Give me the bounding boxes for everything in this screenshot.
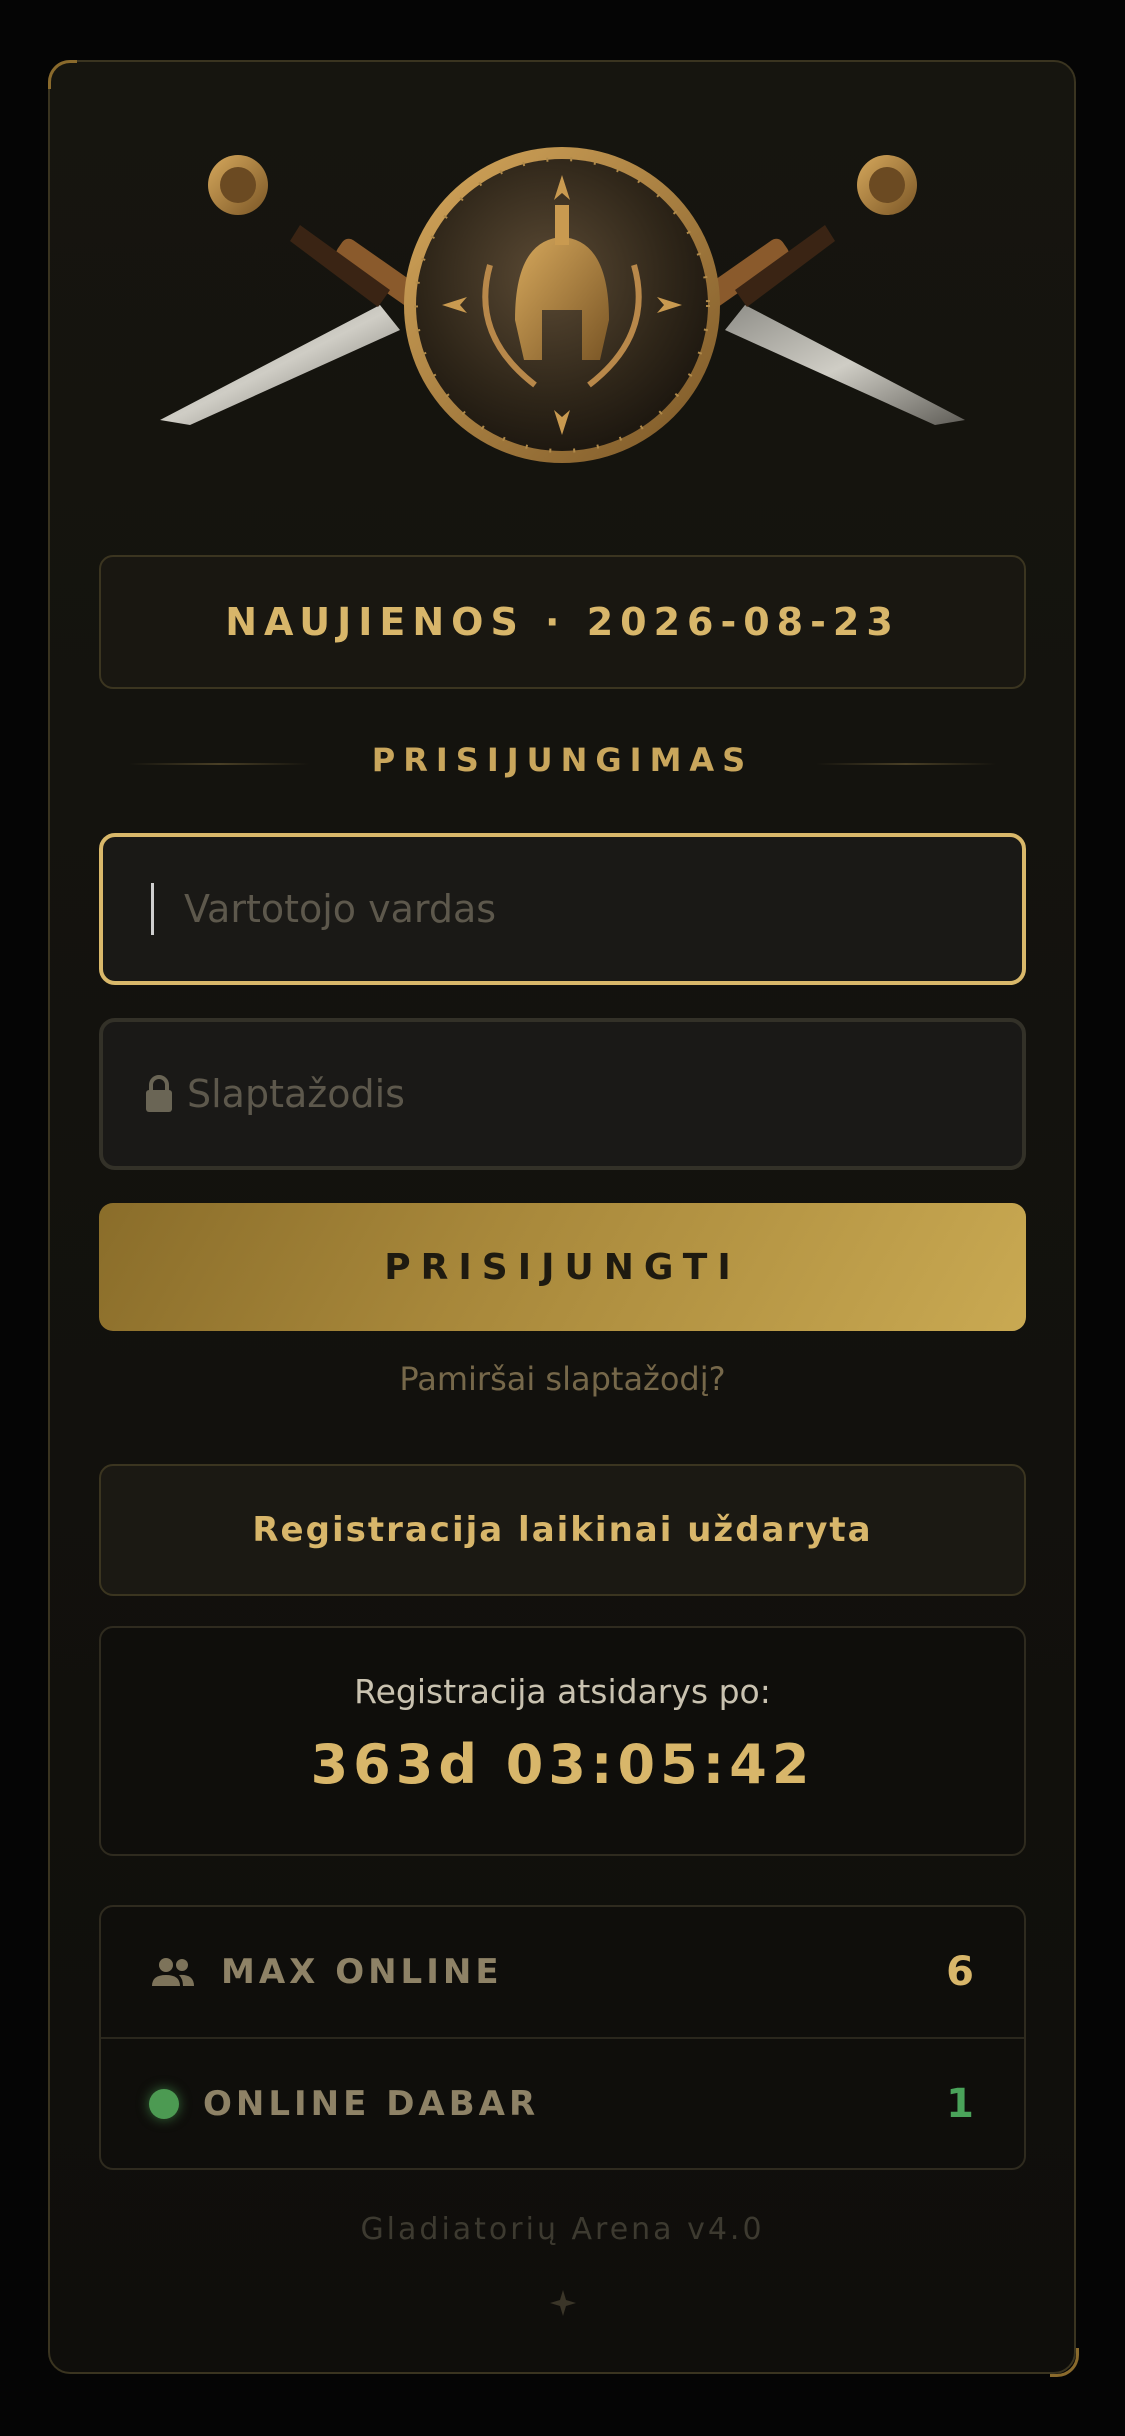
sparkle-icon [550, 2290, 576, 2316]
online-now-label: ONLINE DABAR [203, 2084, 540, 2124]
news-label: NAUJIENOS · 2026-08-23 [225, 600, 900, 644]
stat-row-online-now: ONLINE DABAR 1 [101, 2039, 1024, 2168]
login-button-label: PRISIJUNGTI [384, 1246, 741, 1288]
registration-status-banner: Registracija laikinai uždaryta [99, 1464, 1026, 1596]
login-section-title: PRISIJUNGIMAS [99, 735, 1026, 785]
divider-line [816, 763, 996, 765]
card-corner-ornament [48, 60, 77, 89]
section-title-text: PRISIJUNGIMAS [371, 741, 754, 779]
divider-line [129, 763, 309, 765]
username-field[interactable] [99, 833, 1026, 985]
users-icon [152, 1958, 194, 1986]
max-online-label: MAX ONLINE [221, 1952, 503, 1992]
password-field[interactable] [99, 1018, 1026, 1170]
forgot-password-link[interactable]: Pamiršai slaptažodį? [99, 1360, 1026, 1398]
text-caret [151, 883, 154, 935]
password-input[interactable] [187, 1072, 1022, 1116]
countdown-timer: 363d 03:05:42 [310, 1733, 815, 1796]
username-input[interactable] [184, 887, 1022, 931]
stat-row-max-online: MAX ONLINE 6 [101, 1907, 1024, 2039]
registration-status-text: Registracija laikinai uždaryta [252, 1510, 873, 1550]
login-button[interactable]: PRISIJUNGTI [99, 1203, 1026, 1331]
registration-countdown: Registracija atsidarys po: 363d 03:05:42 [99, 1626, 1026, 1856]
online-stats-panel: MAX ONLINE 6 ONLINE DABAR 1 [99, 1905, 1026, 2170]
crossed-swords-shield-emblem [160, 147, 965, 463]
card-corner-ornament [1050, 2348, 1079, 2377]
status-dot-icon [149, 2089, 179, 2119]
lock-icon [146, 1075, 172, 1112]
news-banner[interactable]: NAUJIENOS · 2026-08-23 [99, 555, 1026, 689]
app-version: Gladiatorių Arena v4.0 [360, 2212, 765, 2247]
max-online-value: 6 [946, 1949, 974, 1995]
online-now-value: 1 [946, 2081, 974, 2127]
countdown-label: Registracija atsidarys po: [354, 1672, 771, 1711]
